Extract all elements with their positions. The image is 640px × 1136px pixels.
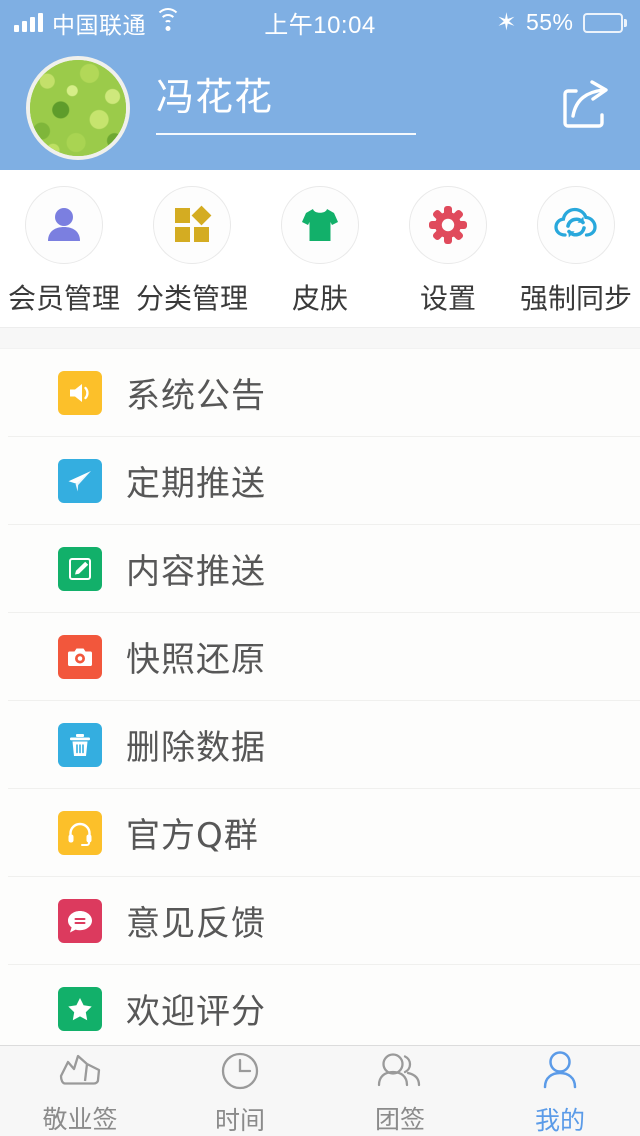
menu-item-label: 内容推送 xyxy=(126,552,266,592)
speaker-icon xyxy=(58,370,102,415)
quick-action-sync-label: 强制同步 xyxy=(519,282,632,315)
quick-action-settings-label: 设置 xyxy=(419,282,476,315)
edit-square-icon xyxy=(58,546,102,591)
tab-notes-label: 敬业签 xyxy=(42,1105,118,1134)
quick-action-category[interactable]: 分类管理 xyxy=(133,186,251,317)
menu-item-rate-app[interactable]: 欢迎评分 xyxy=(8,965,640,1045)
menu-item-label: 删除数据 xyxy=(126,728,266,768)
quick-action-category-label: 分类管理 xyxy=(135,282,248,315)
tab-time-label: 时间 xyxy=(214,1106,265,1135)
quick-action-skin[interactable]: 皮肤 xyxy=(261,186,379,317)
menu-item-content-push[interactable]: 内容推送 xyxy=(8,525,640,613)
quick-action-sync[interactable]: 强制同步 xyxy=(517,186,635,317)
tab-mine-label: 我的 xyxy=(534,1106,585,1135)
quick-action-category-circle xyxy=(153,186,231,264)
quick-action-sync-circle xyxy=(537,186,615,264)
trash-icon xyxy=(58,722,102,767)
clock-icon xyxy=(217,1049,263,1095)
avatar[interactable] xyxy=(26,55,130,160)
camera-icon xyxy=(58,634,102,679)
tab-group-label: 团签 xyxy=(374,1105,425,1134)
tab-mine[interactable]: 我的 xyxy=(480,1046,640,1136)
share-icon xyxy=(563,79,608,128)
section-divider xyxy=(0,327,640,349)
menu-item-official-qq-group[interactable]: 官方Q群 xyxy=(8,789,640,877)
app-root: 中国联通 上午10:04 ✶ 55% 冯花花 会员管理 分类管理 皮肤 设置 强… xyxy=(0,0,640,1136)
headset-icon xyxy=(58,810,102,855)
clock-label: 上午10:04 xyxy=(264,12,376,39)
menu-item-delete-data[interactable]: 删除数据 xyxy=(8,701,640,789)
quick-actions-row: 会员管理 分类管理 皮肤 设置 强制同步 xyxy=(0,170,640,327)
profile-header: 冯花花 xyxy=(0,45,640,170)
user-name: 冯花花 xyxy=(156,75,274,120)
group-icon xyxy=(372,1050,428,1094)
menu-item-label: 官方Q群 xyxy=(126,816,259,856)
person-icon xyxy=(48,208,80,241)
menu-item-snapshot-restore[interactable]: 快照还原 xyxy=(8,613,640,701)
paper-plane-icon xyxy=(58,458,102,503)
menu-item-label: 快照还原 xyxy=(126,640,266,680)
star-icon xyxy=(58,986,102,1031)
menu-list: 系统公告 定期推送 内容推送 快照还原 删除数据 官方Q群 意见反馈 欢迎评分 xyxy=(0,349,640,1045)
menu-item-label: 定期推送 xyxy=(126,464,266,504)
tshirt-icon xyxy=(302,209,338,241)
note-fold-icon xyxy=(54,1050,106,1094)
menu-item-label: 系统公告 xyxy=(126,376,266,416)
menu-item-announcement[interactable]: 系统公告 xyxy=(8,349,640,437)
cloud-sync-icon xyxy=(554,207,597,238)
status-bar: 中国联通 上午10:04 ✶ 55% xyxy=(0,0,640,45)
tab-group[interactable]: 团签 xyxy=(320,1046,480,1136)
share-button[interactable] xyxy=(556,75,616,135)
grid-icon xyxy=(175,205,212,242)
user-name-underline xyxy=(156,132,416,135)
tab-time[interactable]: 时间 xyxy=(160,1046,320,1136)
chat-bubble-icon xyxy=(58,898,102,943)
quick-action-member[interactable]: 会员管理 xyxy=(5,186,123,317)
gear-icon xyxy=(429,206,467,244)
quick-action-skin-label: 皮肤 xyxy=(291,282,348,315)
menu-item-label: 意见反馈 xyxy=(126,904,266,944)
quick-action-member-circle xyxy=(25,186,103,264)
person-icon xyxy=(537,1049,583,1095)
tab-bar: 敬业签 时间 团签 我的 xyxy=(0,1045,640,1136)
menu-item-feedback[interactable]: 意见反馈 xyxy=(8,877,640,965)
quick-action-skin-circle xyxy=(281,186,359,264)
user-name-block[interactable]: 冯花花 xyxy=(156,75,556,139)
tab-notes[interactable]: 敬业签 xyxy=(0,1046,160,1136)
menu-item-scheduled-push[interactable]: 定期推送 xyxy=(8,437,640,525)
quick-action-member-label: 会员管理 xyxy=(7,282,120,315)
quick-action-settings-circle xyxy=(409,186,487,264)
quick-action-settings[interactable]: 设置 xyxy=(389,186,507,317)
menu-item-label: 欢迎评分 xyxy=(126,992,266,1032)
